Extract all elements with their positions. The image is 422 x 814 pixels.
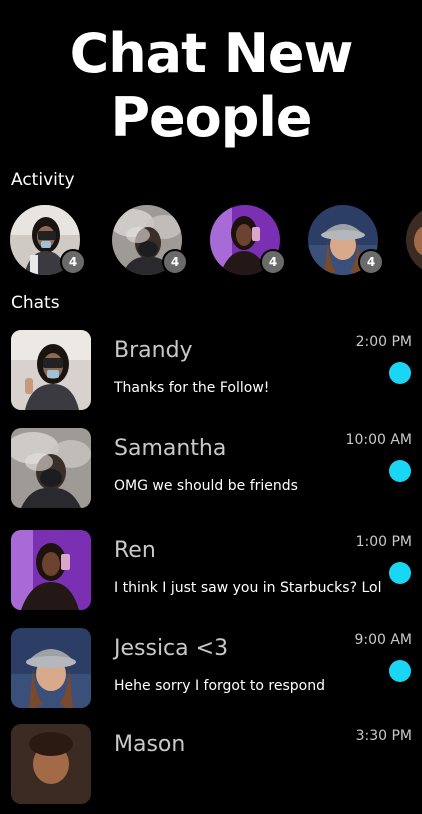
activity-story-3[interactable]: 4 xyxy=(210,205,286,275)
story-count-badge: 4 xyxy=(60,249,86,275)
chat-avatar xyxy=(11,628,91,708)
chat-row-samantha[interactable]: Samantha OMG we should be friends 10:00 … xyxy=(0,428,422,518)
story-avatar xyxy=(406,205,422,275)
chat-name: Jessica <3 xyxy=(114,636,229,661)
activity-story-2[interactable]: 4 xyxy=(112,205,188,275)
chat-timestamp: 3:30 PM xyxy=(355,728,412,744)
chat-avatar xyxy=(11,724,91,804)
activity-label: Activity xyxy=(11,170,75,190)
chat-row-ren[interactable]: Ren I think I just saw you in Starbucks?… xyxy=(0,530,422,620)
chat-last-message: Hehe sorry I forgot to respond xyxy=(114,678,325,694)
unread-dot-icon xyxy=(389,562,411,584)
chat-avatar xyxy=(11,428,91,508)
chat-name: Samantha xyxy=(114,436,227,461)
chat-timestamp: 9:00 AM xyxy=(354,632,412,648)
unread-dot-icon xyxy=(389,362,411,384)
hero-title-line-1: Chat New xyxy=(69,22,354,85)
chat-last-message: Thanks for the Follow! xyxy=(114,380,270,396)
chat-last-message: I think I just saw you in Starbucks? Lol xyxy=(114,580,382,596)
unread-dot-icon xyxy=(389,660,411,682)
activity-story-5-partial[interactable] xyxy=(406,205,422,275)
chat-last-message: OMG we should be friends xyxy=(114,478,298,494)
chat-avatar xyxy=(11,330,91,410)
chats-label: Chats xyxy=(11,293,60,313)
chat-avatar xyxy=(11,530,91,610)
story-count-badge: 4 xyxy=(358,249,384,275)
chat-name: Mason xyxy=(114,732,186,757)
chat-name: Brandy xyxy=(114,338,193,363)
activity-stories-row[interactable]: 4 4 4 4 xyxy=(10,205,422,279)
chat-row-jessica[interactable]: Jessica <3 Hehe sorry I forgot to respon… xyxy=(0,628,422,718)
story-count-badge: 4 xyxy=(260,249,286,275)
unread-dot-icon xyxy=(389,460,411,482)
chat-timestamp: 2:00 PM xyxy=(355,334,412,350)
activity-story-4[interactable]: 4 xyxy=(308,205,384,275)
story-count-badge: 4 xyxy=(162,249,188,275)
chat-timestamp: 1:00 PM xyxy=(355,534,412,550)
chat-timestamp: 10:00 AM xyxy=(345,432,412,448)
hero-title-line-2: People xyxy=(110,86,312,149)
chat-name: Ren xyxy=(114,538,156,563)
hero-title: Chat New People xyxy=(0,22,422,150)
chat-row-mason[interactable]: Mason 3:30 PM xyxy=(0,724,422,814)
activity-story-1[interactable]: 4 xyxy=(10,205,86,275)
chat-row-brandy[interactable]: Brandy Thanks for the Follow! 2:00 PM xyxy=(0,330,422,420)
